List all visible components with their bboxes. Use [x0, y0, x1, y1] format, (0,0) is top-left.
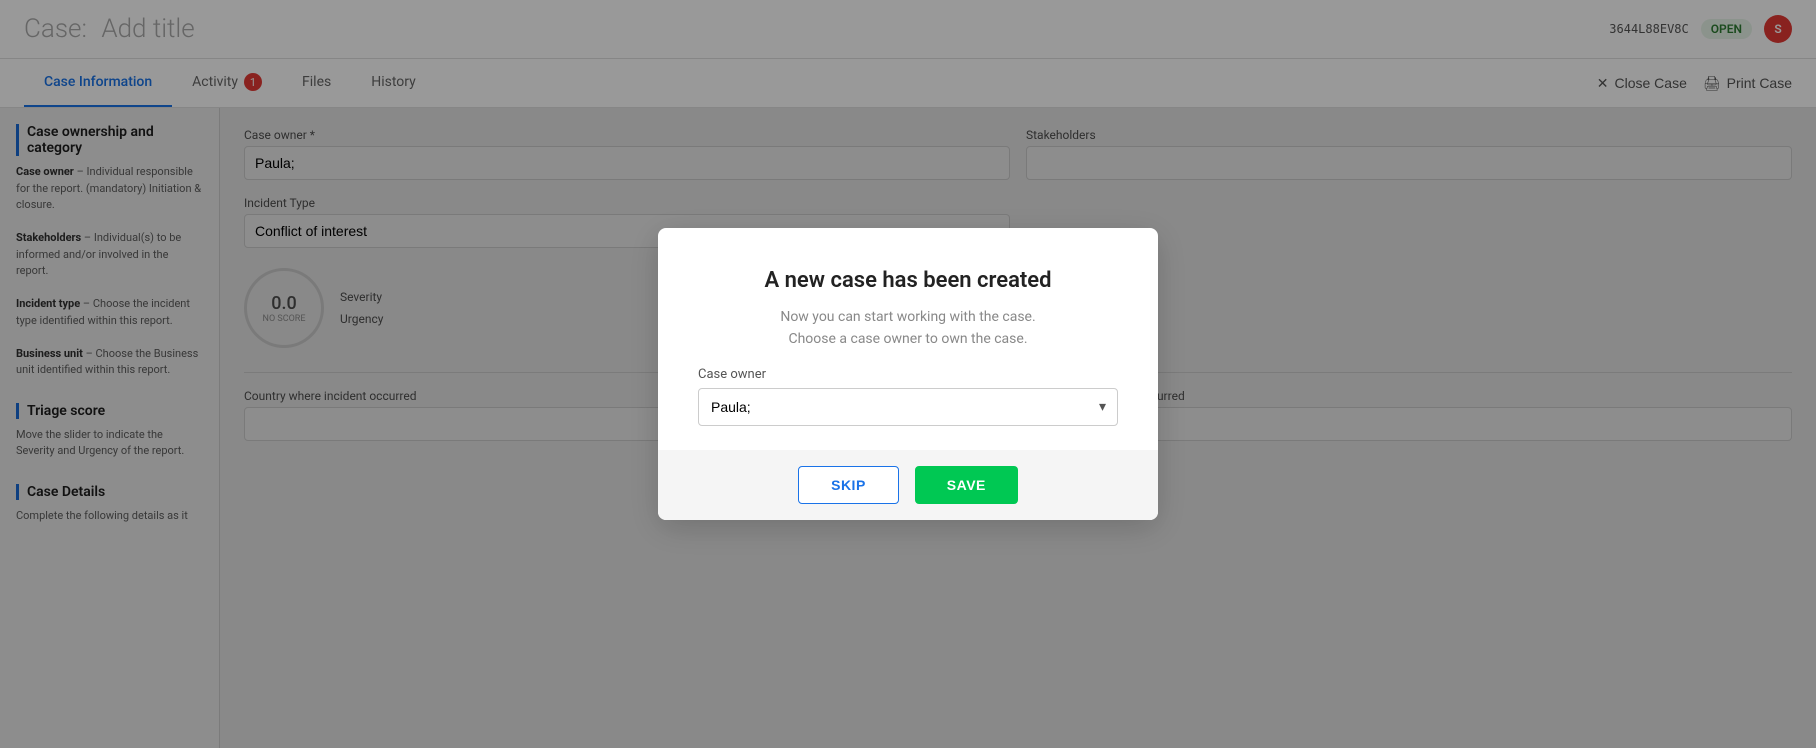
- modal-select-wrapper: Paula; ▾: [698, 388, 1118, 426]
- modal-footer: SKIP SAVE: [658, 450, 1158, 520]
- modal-subtitle-2: Choose a case owner to own the case.: [698, 331, 1118, 347]
- skip-button[interactable]: SKIP: [798, 466, 899, 504]
- modal-body: A new case has been created Now you can …: [658, 228, 1158, 450]
- modal-case-owner-label: Case owner: [698, 367, 1118, 382]
- modal-case-owner-select[interactable]: Paula;: [698, 388, 1118, 426]
- modal: A new case has been created Now you can …: [658, 228, 1158, 520]
- modal-form: Case owner Paula; ▾: [698, 367, 1118, 426]
- modal-subtitle-1: Now you can start working with the case.: [698, 309, 1118, 325]
- modal-title: A new case has been created: [698, 268, 1118, 293]
- modal-overlay: A new case has been created Now you can …: [0, 0, 1816, 748]
- save-button[interactable]: SAVE: [915, 466, 1018, 504]
